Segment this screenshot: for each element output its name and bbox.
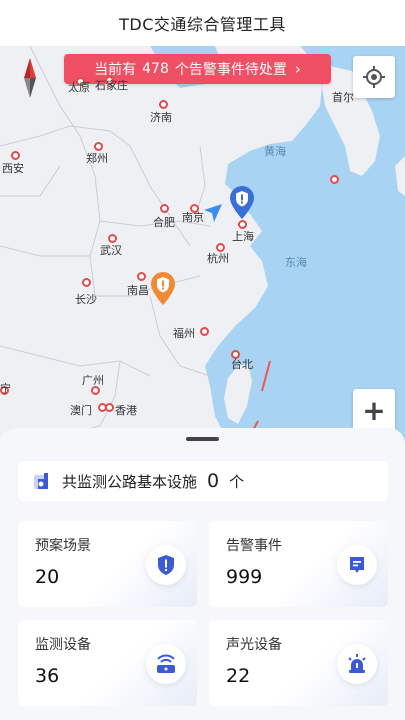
alert-prefix: 当前有 (94, 62, 137, 78)
card-label: 告警事件 (226, 538, 282, 554)
city-label: 长沙 (75, 293, 97, 306)
city-dot (82, 278, 91, 287)
city-label: 台北 (231, 358, 253, 371)
plus-icon: + (362, 393, 386, 427)
facility-icon (34, 473, 48, 489)
city-dot (105, 403, 114, 412)
app-header: TDC交通综合管理工具 (0, 0, 405, 46)
zoom-in-button[interactable]: + (353, 389, 395, 431)
city-label: 济南 (150, 111, 172, 124)
card-plan-scenes[interactable]: 预案场景 20 (18, 521, 197, 607)
card-label: 声光设备 (226, 637, 282, 653)
drag-handle[interactable] (186, 437, 219, 441)
city-label: 宁 (0, 382, 11, 395)
card-label: 监测设备 (35, 637, 91, 653)
city-dot (159, 100, 168, 109)
summary-bar: 共监测公路基本设施 0 个 (18, 461, 388, 501)
city-label: 合肥 (153, 216, 175, 229)
siren-light-icon (337, 644, 377, 684)
sensor-device-icon (146, 644, 186, 684)
city-label: 西安 (2, 162, 24, 175)
city-dot (137, 272, 146, 281)
navigation-arrow-icon (204, 204, 222, 222)
city-label: 首尔 (332, 91, 354, 104)
city-dot (200, 327, 209, 336)
alert-note-icon (337, 545, 377, 585)
shield-alert-icon (146, 545, 186, 585)
city-label: 郑州 (86, 152, 108, 165)
bottom-panel: 共监测公路基本设施 0 个 预案场景 20 告警事件 999 监测设备 36 声… (0, 428, 405, 720)
city-label: 香港 (115, 404, 137, 417)
card-value: 20 (35, 566, 60, 588)
map-base (0, 46, 405, 446)
alert-count: 478 (142, 61, 169, 77)
sea-label: 黄海 (264, 145, 286, 158)
city-dot (11, 151, 20, 160)
card-value: 22 (226, 665, 251, 687)
city-label: 上海 (232, 230, 254, 243)
app-title: TDC交通综合管理工具 (119, 15, 286, 34)
city-label: 南京 (182, 211, 204, 224)
crosshair-icon (363, 66, 385, 88)
map-marker-orange-icon[interactable] (150, 272, 176, 306)
card-value: 36 (35, 665, 60, 687)
summary-unit: 个 (229, 472, 245, 491)
chevron-right-icon: › (294, 60, 301, 78)
summary-label: 共监测公路基本设施 (62, 472, 198, 491)
summary-count: 0 (207, 470, 220, 492)
city-label: 澳门 (70, 404, 92, 417)
card-value: 999 (226, 566, 263, 588)
city-label: 杭州 (207, 252, 229, 265)
city-dot (160, 204, 169, 213)
map-view[interactable]: 当前有 478 个告警事件待处置 › 太原 石家庄 济南 西安 郑州 合肥 南京… (0, 46, 405, 446)
city-label: 太原 (68, 81, 90, 94)
card-alert-events[interactable]: 告警事件 999 (209, 521, 388, 607)
city-dot (330, 175, 339, 184)
card-label: 预案场景 (35, 538, 91, 554)
city-label: 石家庄 (95, 79, 128, 92)
city-label: 福州 (173, 327, 195, 340)
sea-label: 东海 (285, 256, 307, 269)
city-label: 南昌 (127, 284, 149, 297)
card-sound-light-devices[interactable]: 声光设备 22 (209, 620, 388, 706)
compass-icon[interactable] (20, 58, 40, 98)
map-marker-blue-icon[interactable] (229, 186, 255, 220)
city-label: 武汉 (100, 244, 122, 257)
card-monitoring-devices[interactable]: 监测设备 36 (18, 620, 197, 706)
city-label: 广州 (82, 374, 104, 387)
alert-suffix: 个告警事件待处置 (174, 62, 287, 78)
locate-button[interactable] (353, 56, 395, 98)
